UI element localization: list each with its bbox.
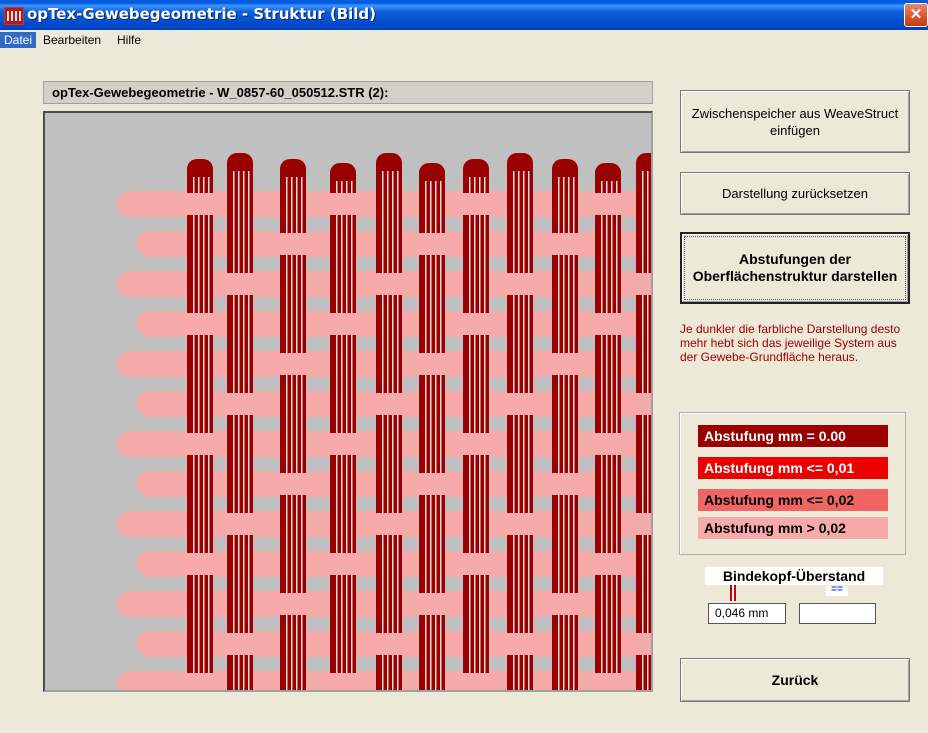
weft-overlap [630, 513, 651, 535]
warp-stripe [513, 171, 515, 690]
weft-overlap [370, 273, 410, 295]
weft-overlap [181, 553, 221, 575]
app-icon [4, 7, 24, 25]
bindekopf-title: Bindekopf-Überstand [705, 567, 883, 585]
legend-level-3: Abstufung mm > 0,02 [698, 517, 888, 539]
title-bar: opTex-Gewebegeometrie - Struktur (Bild) … [0, 0, 928, 30]
weft-overlap [546, 233, 586, 255]
weft-overlap [546, 353, 586, 375]
window-title: opTex-Gewebegeometrie - Struktur (Bild) [27, 5, 377, 23]
reset-display-button[interactable]: Darstellung zurücksetzen [680, 172, 910, 215]
weft-overlap [370, 393, 410, 415]
weft-overlap [324, 193, 364, 215]
structure-header: opTex-Gewebegeometrie - W_0857-60_050512… [43, 81, 653, 104]
gradation-legend: Abstufung mm = 0.00 Abstufung mm <= 0,01… [679, 412, 906, 555]
weft-overlap [324, 433, 364, 455]
weft-overlap [324, 673, 364, 690]
warp-stripe [523, 171, 525, 690]
weft-overlap [221, 633, 261, 655]
weft-overlap [589, 433, 629, 455]
weft-overlap [457, 673, 497, 690]
bindekopf-weft-field[interactable] [799, 603, 876, 624]
weft-overlap [589, 553, 629, 575]
weft-overlap [457, 313, 497, 335]
bindekopf-warp-field[interactable]: 0,046 mm [708, 603, 786, 624]
legend-level-1: Abstufung mm <= 0,01 [698, 457, 888, 479]
weft-overlap [413, 353, 453, 375]
weft-marker-icon: == [826, 585, 848, 596]
weft-overlap [221, 273, 261, 295]
weft-overlap [274, 473, 314, 495]
weft-overlap [181, 433, 221, 455]
weft-overlap [370, 513, 410, 535]
weave-structure-canvas[interactable] [43, 111, 653, 692]
weft-overlap [413, 233, 453, 255]
weft-overlap [221, 513, 261, 535]
legend-level-2: Abstufung mm <= 0,02 [698, 489, 888, 511]
weft-overlap [324, 553, 364, 575]
weft-overlap [630, 273, 651, 295]
weft-overlap [457, 433, 497, 455]
warp-stripe [528, 171, 530, 690]
info-text: Je dunkler die farbliche Darstellung des… [680, 322, 901, 364]
menu-hilfe[interactable]: Hilfe [113, 32, 145, 48]
weft-overlap [589, 193, 629, 215]
close-button[interactable]: ✕ [904, 3, 928, 27]
weft-overlap [501, 633, 541, 655]
weft-overlap [221, 393, 261, 415]
weft-overlap [413, 473, 453, 495]
warp-stripe [397, 171, 399, 690]
weft-overlap [370, 633, 410, 655]
weft-overlap [181, 193, 221, 215]
weft-overlap [546, 593, 586, 615]
warp-stripe [243, 171, 245, 690]
weft-overlap [181, 313, 221, 335]
warp-marker-icon [730, 585, 736, 601]
weft-overlap [501, 513, 541, 535]
warp-stripe [647, 171, 649, 690]
warp-stripe [233, 171, 235, 690]
legend-level-0: Abstufung mm = 0.00 [698, 425, 888, 447]
warp-stripe [392, 171, 394, 690]
show-gradation-button[interactable]: Abstufungen der Oberflächenstruktur dars… [680, 232, 910, 304]
menu-bearbeiten[interactable]: Bearbeiten [39, 32, 105, 48]
menu-datei[interactable]: Datei [0, 32, 37, 48]
warp-stripe [642, 171, 644, 690]
weft-overlap [501, 393, 541, 415]
weft-overlap [546, 473, 586, 495]
weft-overlap [413, 593, 453, 615]
warp-stripe [387, 171, 389, 690]
warp-stripe [238, 171, 240, 690]
weft-overlap [457, 553, 497, 575]
weave-structure-image [117, 153, 651, 690]
weft-overlap [589, 673, 629, 690]
weft-overlap [630, 633, 651, 655]
weft-overlap [274, 233, 314, 255]
back-button[interactable]: Zurück [680, 658, 910, 702]
weft-overlap [630, 393, 651, 415]
weft-overlap [274, 353, 314, 375]
weft-overlap [181, 673, 221, 690]
insert-from-weavestruct-button[interactable]: Zwischenspeicher aus WeaveStruct einfüge… [680, 90, 910, 153]
menu-bar: Datei Bearbeiten Hilfe [0, 30, 928, 50]
weft-overlap [457, 193, 497, 215]
weft-overlap [589, 313, 629, 335]
weft-overlap [501, 273, 541, 295]
warp-stripe [248, 171, 250, 690]
warp-stripe [518, 171, 520, 690]
weft-overlap [274, 593, 314, 615]
warp-stripe [382, 171, 384, 690]
weft-overlap [324, 313, 364, 335]
